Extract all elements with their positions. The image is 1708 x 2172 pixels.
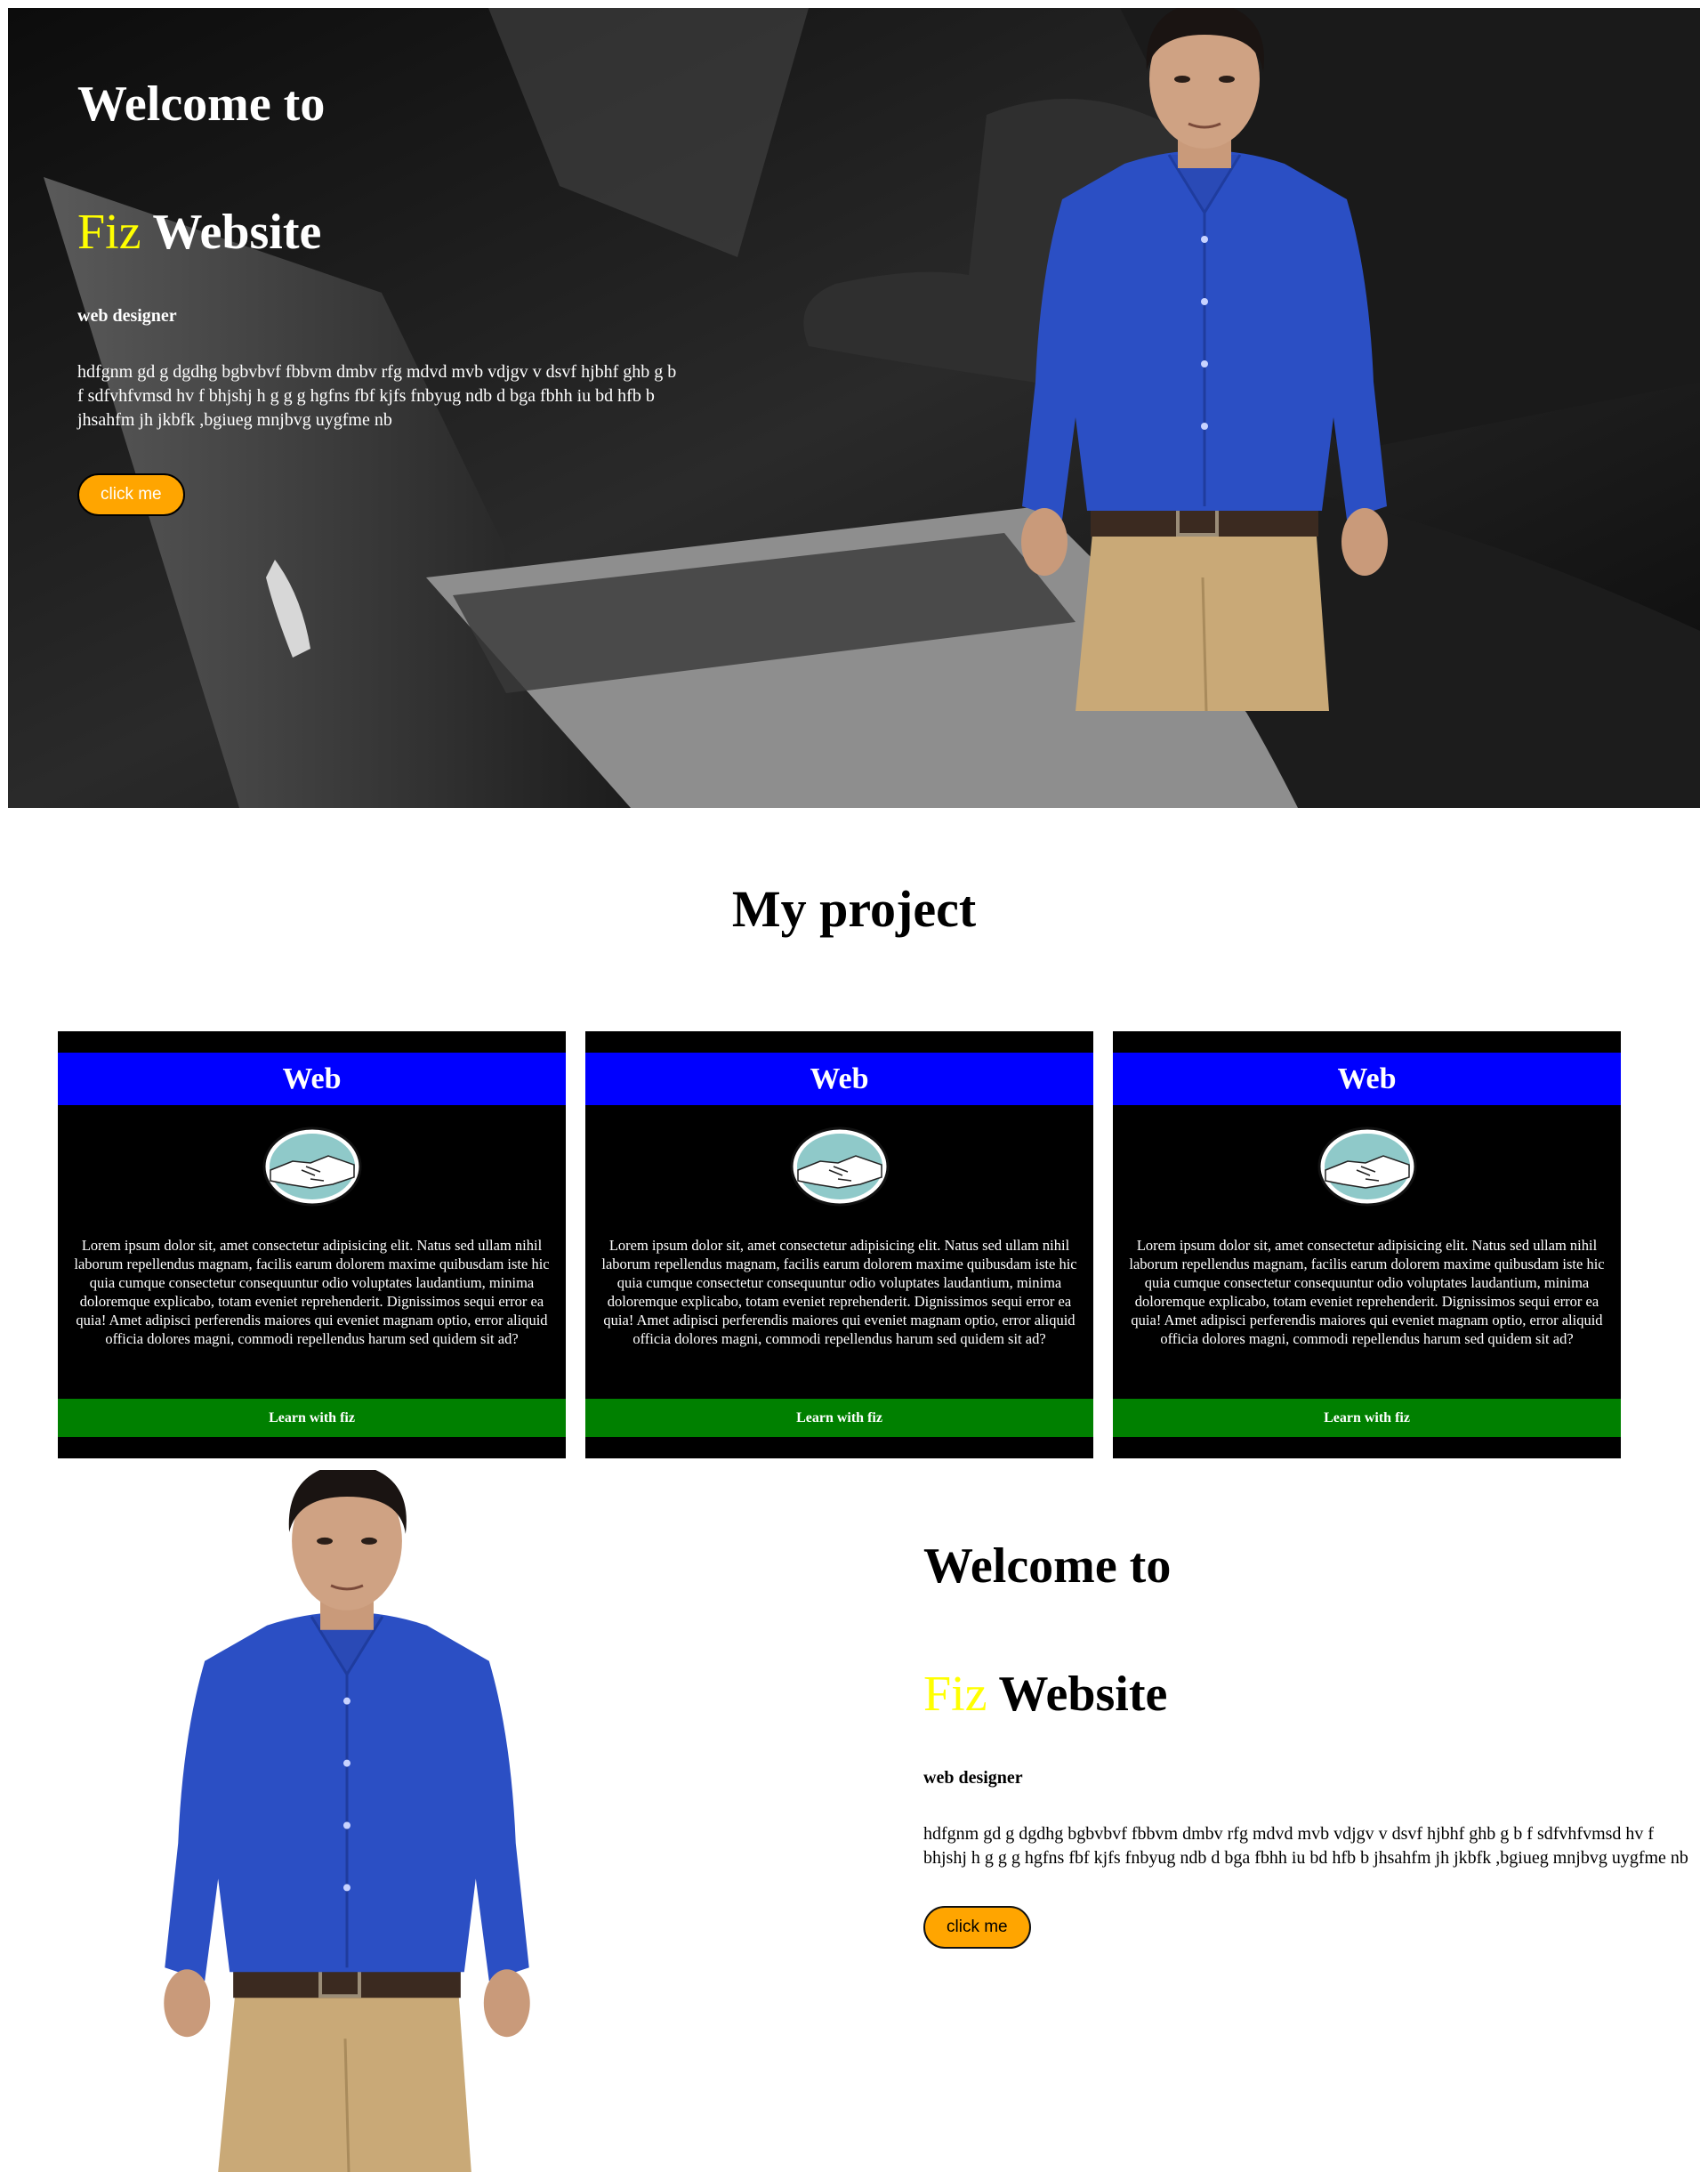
card-heading: Web: [58, 1053, 566, 1105]
hero-title-line2: Fiz Website: [77, 207, 700, 257]
hero-person-image: [978, 8, 1431, 711]
handshake-icon: [262, 1126, 363, 1207]
project-card: Web Lorem ipsum dolor sit, amet consecte…: [1113, 1031, 1621, 1458]
about-title-line1: Welcome to: [923, 1538, 1172, 1594]
card-text: Lorem ipsum dolor sit, amet consectetur …: [1129, 1237, 1605, 1347]
hero-section: Welcome to Fiz Website web designer hdfg…: [8, 8, 1700, 808]
hero-text-block: Welcome to Fiz Website web designer hdfg…: [77, 79, 700, 516]
about-title-highlight: Fiz: [923, 1667, 987, 1722]
about-click-me-button[interactable]: click me: [923, 1906, 1031, 1949]
card-heading: Web: [1113, 1053, 1621, 1105]
hero-role: web designer: [77, 306, 177, 326]
hero-paragraph: hdfgnm gd g dgdhg bgbvbvf fbbvm dmbv rfg…: [77, 362, 677, 430]
card-text: Lorem ipsum dolor sit, amet consectetur …: [74, 1237, 550, 1347]
projects-title: My project: [731, 880, 977, 938]
card-learn-link[interactable]: Learn with fiz: [1113, 1399, 1621, 1437]
hero-click-me-button[interactable]: click me: [77, 473, 185, 516]
card-learn-link[interactable]: Learn with fiz: [58, 1399, 566, 1437]
hero-title-highlight: Fiz: [77, 205, 141, 260]
about-person-image: [133, 1470, 560, 2172]
project-card: Web Lorem ipsum dolor sit, amet consecte…: [58, 1031, 566, 1458]
about-role: web designer: [923, 1768, 1023, 1788]
card-learn-link[interactable]: Learn with fiz: [585, 1399, 1093, 1437]
about-text-block: Welcome to Fiz Website web designer hdfg…: [923, 1541, 1688, 1949]
hero-title-rest: Website: [141, 205, 322, 260]
about-paragraph: hdfgnm gd g dgdhg bgbvbvf fbbvm dmbv rfg…: [923, 1824, 1688, 1868]
hero-title-line1: Welcome to: [77, 77, 326, 132]
about-title-line2: Fiz Website: [923, 1669, 1688, 1719]
handshake-icon: [1317, 1126, 1418, 1207]
card-text: Lorem ipsum dolor sit, amet consectetur …: [601, 1237, 1077, 1347]
about-title-rest: Website: [987, 1667, 1168, 1722]
card-heading: Web: [585, 1053, 1093, 1105]
project-card: Web Lorem ipsum dolor sit, amet consecte…: [585, 1031, 1093, 1458]
handshake-icon: [789, 1126, 890, 1207]
